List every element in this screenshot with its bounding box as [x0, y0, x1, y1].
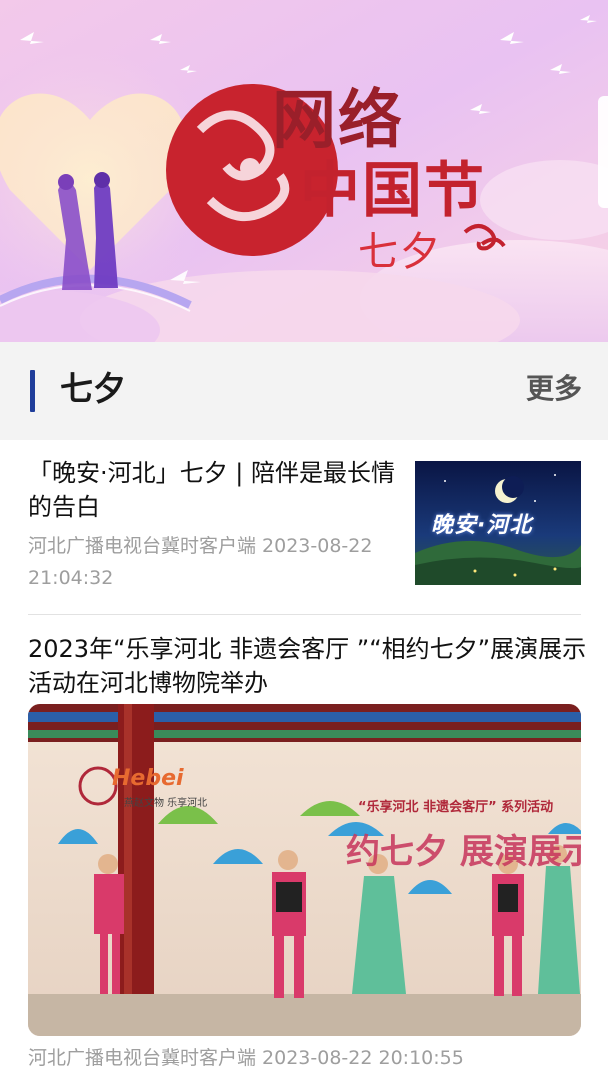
- more-link[interactable]: 更多: [526, 368, 582, 410]
- banner-title-line3: 七夕: [358, 229, 442, 275]
- poster-subtitle: “乐享河北 非遗会客厅” 系列活动: [358, 800, 554, 815]
- section-title: 七夕: [60, 369, 126, 408]
- news-list-item[interactable]: 「晚安·河北」七夕 | 陪伴是最长情的告白 河北广播电视台冀时客户端 2023-…: [0, 440, 608, 615]
- poster-brand: Hebei: [112, 766, 184, 791]
- article-thumbnail[interactable]: 晚安·河北: [415, 461, 581, 585]
- article-meta: 河北广播电视台冀时客户端 2023-08-22 20:10:55: [28, 1047, 464, 1069]
- banner-title-line2: 中国节: [300, 156, 486, 226]
- banner-title-line1: 网络: [272, 84, 404, 158]
- qixi-banner[interactable]: 网络 中国节 七夕: [0, 0, 608, 342]
- article-meta: 河北广播电视台冀时客户端 2023-08-22 21:04:32: [28, 535, 373, 589]
- news-page: 网络 中国节 七夕 七夕 更多 「晚安·河北」七夕 | 陪伴是最长情的告白 河北…: [0, 0, 608, 1087]
- section-accent-bar: [30, 370, 35, 412]
- article-title[interactable]: 2023年“乐享河北 非遗会客厅 ”“相约七夕”展演展示活动在河北博物院举办: [28, 632, 588, 700]
- poster-brand-sub: 燕赵文物 乐享河北: [124, 798, 208, 809]
- list-divider: [28, 614, 581, 615]
- thumbnail-caption: 晚安·河北: [431, 513, 533, 538]
- article-title[interactable]: 「晚安·河北」七夕 | 陪伴是最长情的告白: [28, 456, 398, 524]
- poster-headline: 约七夕 展演展示活动: [346, 832, 581, 872]
- side-scroll-handle[interactable]: [598, 96, 608, 208]
- section-header: 七夕 更多: [0, 342, 608, 440]
- article-cover-image[interactable]: Hebei 燕赵文物 乐享河北 “乐享河北 非遗会客厅” 系列活动 约七夕 展演…: [28, 704, 581, 1036]
